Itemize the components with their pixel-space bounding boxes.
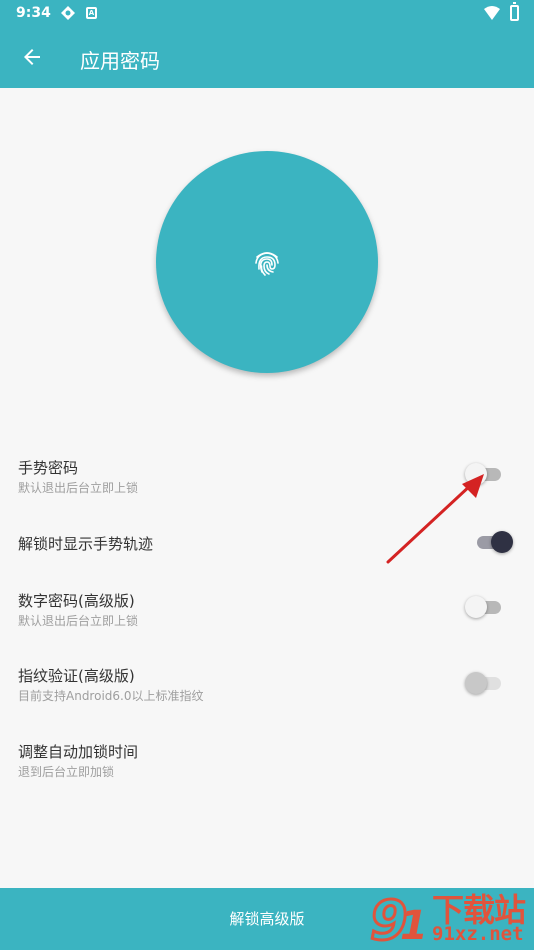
setting-label: 指纹验证(高级版) [18, 667, 135, 685]
app-notification-icon [61, 6, 75, 20]
notification-badge-icon: A [86, 7, 97, 19]
setting-label: 调整自动加锁时间 [18, 743, 139, 761]
status-bar: 9:34 A [0, 0, 534, 28]
back-arrow-icon[interactable] [20, 45, 44, 69]
setting-subtitle: 目前支持Android6.0以上标准指纹 [18, 689, 204, 703]
lock-preview-circle [156, 151, 378, 373]
setting-numeric-password[interactable]: 数字密码(高级版) 默认退出后台立即上锁 [0, 588, 534, 628]
setting-subtitle: 退到后台立即加锁 [18, 765, 115, 779]
fingerprint-verify-switch[interactable] [465, 672, 505, 694]
annotation-arrow-icon [386, 474, 484, 564]
svg-text:1: 1 [400, 903, 428, 947]
switch-thumb [491, 531, 513, 553]
unlock-premium-label: 解锁高级版 [229, 910, 305, 928]
setting-subtitle: 默认退出后台立即上锁 [18, 614, 139, 628]
setting-subtitle: 默认退出后台立即上锁 [18, 481, 139, 495]
watermark-url-text: 91xz.net [432, 923, 524, 945]
wifi-icon [484, 6, 500, 20]
setting-label: 数字密码(高级版) [18, 592, 135, 610]
battery-icon [510, 2, 519, 21]
setting-label: 手势密码 [18, 459, 79, 477]
setting-label: 解锁时显示手势轨迹 [18, 535, 154, 553]
fingerprint-icon [255, 252, 279, 276]
setting-auto-lock-time[interactable]: 调整自动加锁时间 退到后台立即加锁 [0, 739, 534, 779]
switch-thumb [465, 596, 487, 618]
app-bar: 应用密码 [0, 28, 534, 88]
watermark: 9 1 下载站 91xz.net [370, 885, 534, 950]
status-time: 9:34 [16, 5, 51, 21]
watermark-logo-icon: 9 1 [370, 889, 428, 947]
page-title: 应用密码 [80, 49, 160, 73]
setting-fingerprint-verify[interactable]: 指纹验证(高级版) 目前支持Android6.0以上标准指纹 [0, 663, 534, 703]
switch-thumb [465, 672, 487, 694]
numeric-password-switch[interactable] [465, 596, 505, 618]
